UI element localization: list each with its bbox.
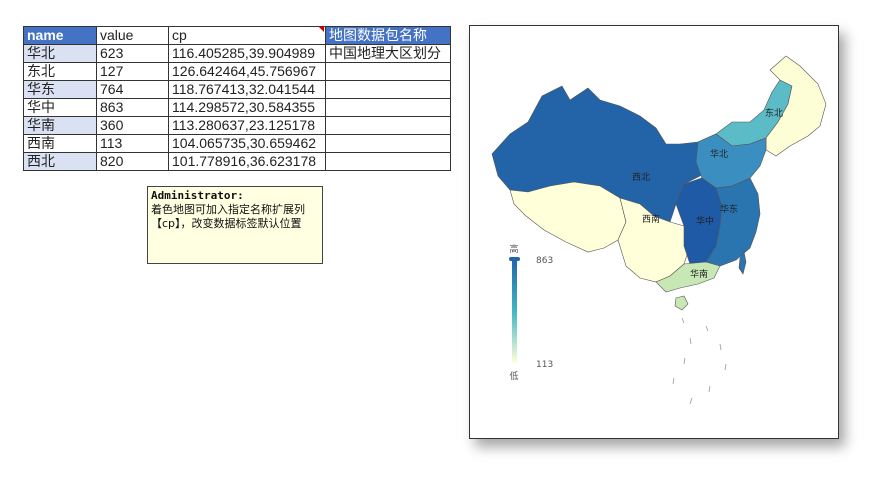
cell-value[interactable]: 127 [96,62,169,81]
table-row: 华南 360 113.280637,23.125178 [23,116,451,135]
cell-name[interactable]: 华中 [23,98,97,117]
cell-name[interactable]: 华东 [23,80,97,99]
spreadsheet-table: name value cp 地图数据包名称 华北 623 116.405285,… [23,26,451,171]
cell-value[interactable]: 820 [96,152,169,171]
table-row: 东北 127 126.642464,45.756967 [23,62,451,81]
cell-map-package[interactable]: 中国地理大区划分 [325,44,451,63]
comment-text-line2: 【cp】，改变数据标签默认位置 [151,217,302,230]
cell-map-package[interactable] [325,116,451,135]
header-row: name value cp 地图数据包名称 [23,26,451,45]
map-label-huabei: 华北 [710,148,728,160]
cell-map-package[interactable] [325,62,451,81]
table-row: 华东 764 118.767413,32.041544 [23,80,451,99]
cell-map-package[interactable] [325,80,451,99]
header-cell-cp[interactable]: cp [168,26,326,45]
cell-cp[interactable]: 126.642464,45.756967 [168,62,326,81]
cell-name[interactable]: 西北 [23,152,97,171]
header-cell-map-package[interactable]: 地图数据包名称 [325,26,451,45]
cell-value[interactable]: 863 [96,98,169,117]
region-xizang[interactable] [509,181,627,253]
header-cell-value[interactable]: value [96,26,169,45]
cell-map-package[interactable] [325,98,451,117]
cell-value[interactable]: 764 [96,80,169,99]
cell-cp[interactable]: 116.405285,39.904989 [168,44,326,63]
cell-name[interactable]: 华北 [23,44,97,63]
map-label-dongbei: 东北 [765,107,783,119]
map-label-xinan: 西南 [642,213,660,225]
map-label-huanan: 华南 [690,268,708,280]
comment-author: Administrator: [151,189,244,202]
cell-name[interactable]: 东北 [23,62,97,81]
table-row: 华北 623 116.405285,39.904989 中国地理大区划分 [23,44,451,63]
cell-map-package[interactable] [325,152,451,171]
comment-indicator-icon[interactable] [318,26,324,32]
cell-cp[interactable]: 101.778916,36.623178 [168,152,326,171]
cell-cp[interactable]: 113.280637,23.125178 [168,116,326,135]
table-row: 西北 820 101.778916,36.623178 [23,152,451,171]
visual-map-min-label: 113 [536,360,553,370]
region-hainan-island[interactable] [674,295,689,311]
cell-cp[interactable]: 104.065735,30.659462 [168,134,326,153]
choropleth-map-chart[interactable]: 东北 华北 西北 西南 华中 华东 华南 高 863 113 低 [469,25,839,439]
cell-name[interactable]: 华南 [23,116,97,135]
visual-map-low-label: 低 [509,370,518,382]
cell-cp[interactable]: 114.298572,30.584355 [168,98,326,117]
map-label-huazhong: 华中 [696,215,714,227]
south-sea-islands [672,317,727,405]
cell-comment[interactable]: Administrator: 着色地图可加入指定名称扩展列 【cp】，改变数据标… [147,186,323,264]
cell-map-package[interactable] [325,134,451,153]
comment-text-line1: 着色地图可加入指定名称扩展列 [151,203,305,216]
table-row: 西南 113 104.065735,30.659462 [23,134,451,153]
visual-map-gradient-bar[interactable] [512,259,517,363]
cell-value[interactable]: 360 [96,116,169,135]
header-cell-name[interactable]: name [23,26,97,45]
cell-name[interactable]: 西南 [23,134,97,153]
cell-cp[interactable]: 118.767413,32.041544 [168,80,326,99]
cell-value[interactable]: 113 [96,134,169,153]
cell-value[interactable]: 623 [96,44,169,63]
map-label-huadong: 华东 [720,203,738,215]
visual-map-high-label: 高 [509,243,518,255]
visual-map-max-label: 863 [536,256,553,266]
map-canvas: 东北 华北 西北 西南 华中 华东 华南 高 863 113 低 [491,55,827,405]
map-label-xibei: 西北 [632,172,650,183]
table-row: 华中 863 114.298572,30.584355 [23,98,451,117]
